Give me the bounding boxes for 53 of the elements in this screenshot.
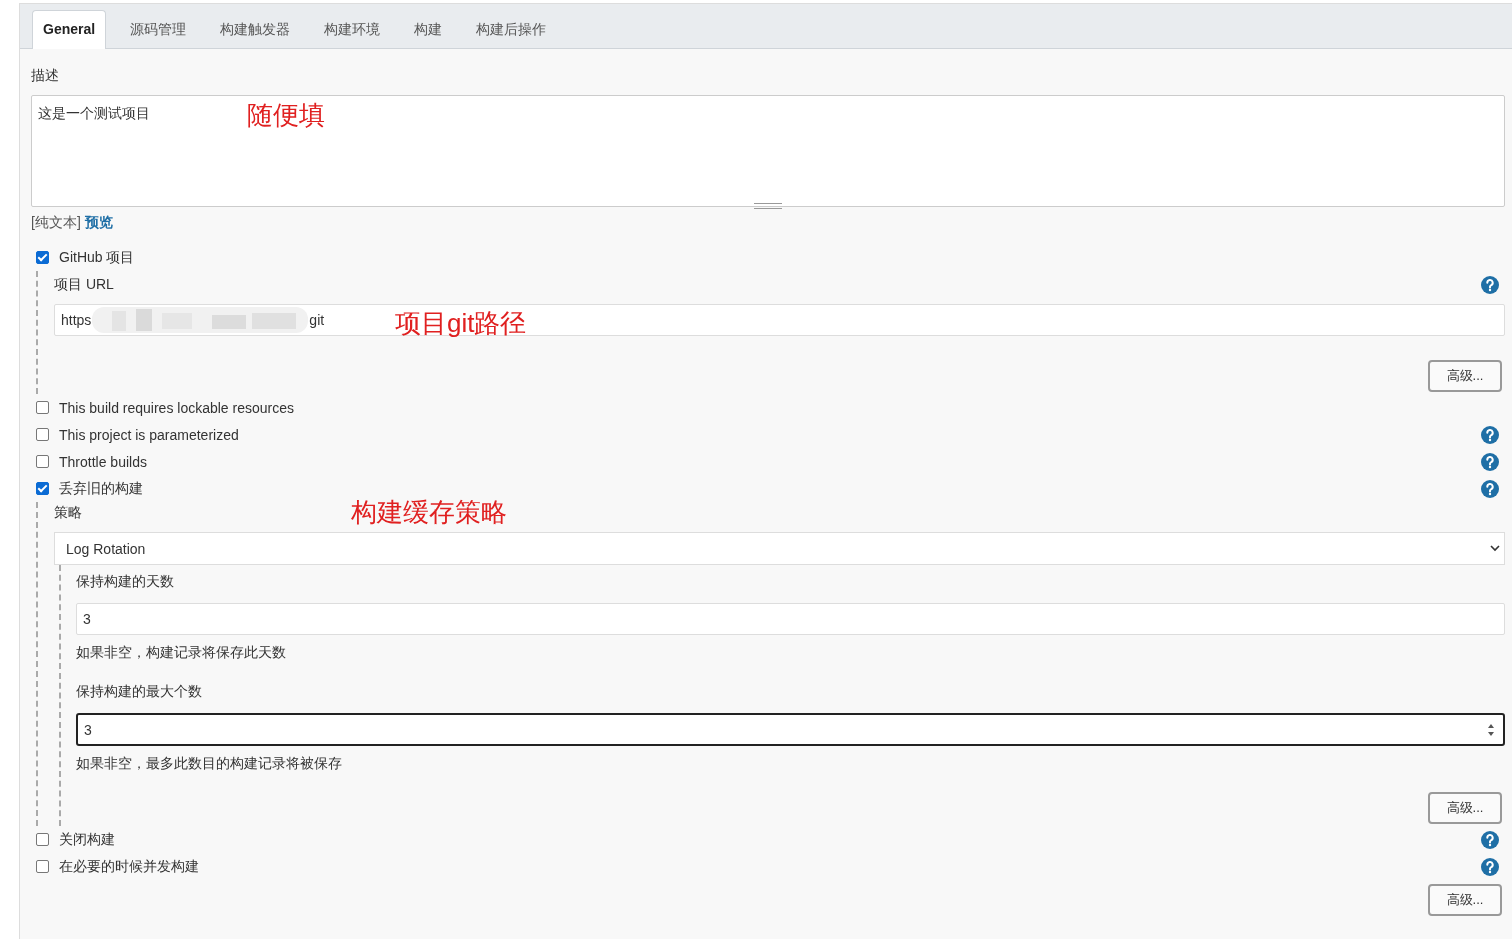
checkbox-label: 在必要的时候并发构建 <box>59 857 199 876</box>
help-icon[interactable] <box>1481 452 1499 471</box>
description-field[interactable]: 这是一个测试项目 随便填 <box>31 95 1505 207</box>
advanced-button[interactable]: 高级... <box>1428 792 1502 824</box>
strategy-dropdown[interactable]: Log Rotation <box>54 532 1505 565</box>
advanced-button[interactable]: 高级... <box>1428 360 1502 392</box>
annotation: 构建缓存策略 <box>351 496 507 529</box>
checkbox-label: This build requires lockable resources <box>59 399 294 416</box>
url-field[interactable]: https git 项目git路径 <box>54 304 1505 336</box>
checkbox-label: Throttle builds <box>59 453 147 470</box>
annotation: 随便填 <box>247 99 325 132</box>
resize-handle[interactable] <box>754 203 782 209</box>
checkbox[interactable] <box>36 251 49 264</box>
field-label: 保持构建的最大个数 <box>76 682 203 701</box>
help-icon[interactable] <box>1481 425 1499 444</box>
format-label: [纯文本] <box>31 214 81 230</box>
checkbox[interactable] <box>36 428 49 441</box>
field-value: 3 <box>84 721 92 738</box>
checkbox-label: 关闭构建 <box>59 830 115 849</box>
checkbox[interactable] <box>36 455 49 468</box>
tab[interactable]: 构建环境 <box>314 11 391 48</box>
help-text: 如果非空，构建记录将保存此天数 <box>76 644 287 662</box>
checkbox-label: GitHub 项目 <box>59 248 135 267</box>
help-text: 如果非空，最多此数目的构建记录将被保存 <box>76 755 343 773</box>
preview-link[interactable]: 预览 <box>84 214 113 230</box>
field-value: 这是一个测试项目 <box>38 105 150 123</box>
input-field[interactable]: 3 <box>76 603 1505 635</box>
advanced-button[interactable]: 高级... <box>1428 884 1502 916</box>
input-field[interactable]: 3 <box>76 713 1505 746</box>
field-label: 项目 URL <box>54 276 114 294</box>
tab[interactable]: 构建 <box>404 11 453 48</box>
field-value: 3 <box>83 611 91 627</box>
help-icon[interactable] <box>1481 479 1499 498</box>
field-value: https <box>61 312 92 328</box>
tab[interactable]: 源码管理 <box>120 11 197 48</box>
checkbox-label: 丢弃旧的构建 <box>59 479 143 498</box>
field-value: git <box>309 312 325 328</box>
field-label: 描述 <box>31 67 60 85</box>
help-icon[interactable] <box>1481 830 1499 849</box>
tab[interactable]: General <box>32 10 107 49</box>
checkbox[interactable] <box>36 860 49 873</box>
field-label: 策略 <box>54 504 82 522</box>
checkbox-label: This project is parameterized <box>59 426 239 443</box>
help-icon[interactable] <box>1481 857 1499 876</box>
checkbox[interactable] <box>36 482 49 495</box>
checkbox[interactable] <box>36 401 49 414</box>
tab[interactable]: 构建后操作 <box>466 11 557 48</box>
tab[interactable]: 构建触发器 <box>210 11 301 48</box>
checkbox[interactable] <box>36 833 49 846</box>
chevron-down-icon <box>1490 545 1500 552</box>
help-icon[interactable] <box>1481 276 1499 294</box>
spinner-icon[interactable] <box>1487 722 1495 737</box>
field-label: 保持构建的天数 <box>76 572 175 591</box>
